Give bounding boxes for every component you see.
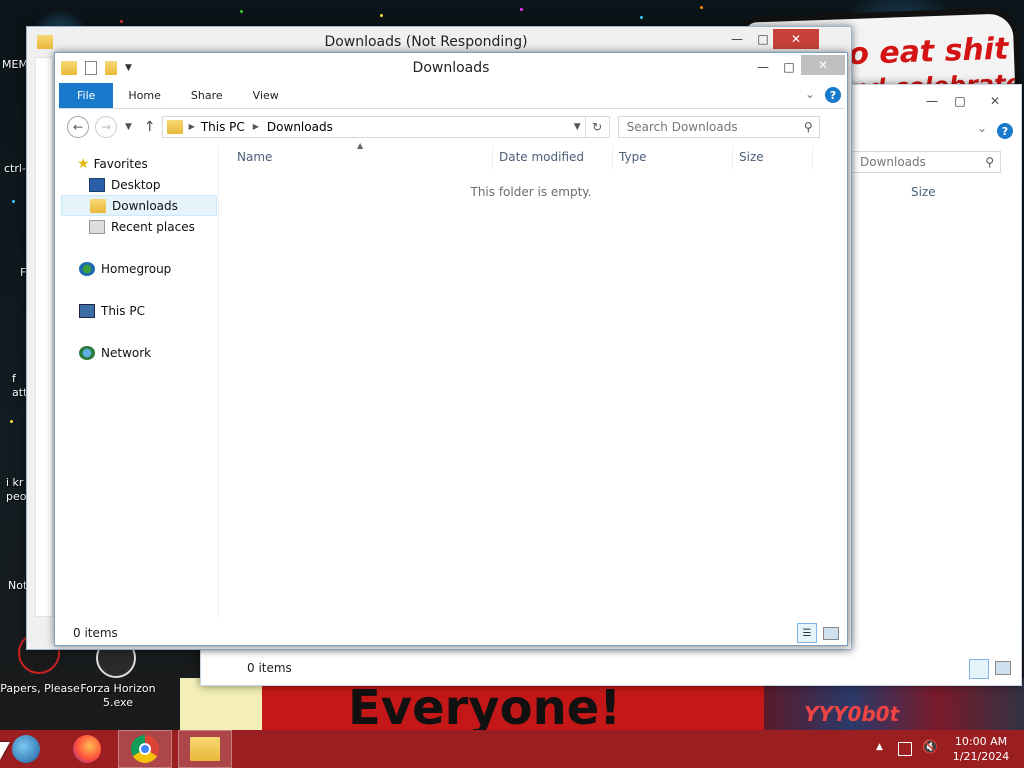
column-header-type[interactable]: Type (613, 145, 733, 169)
desktop-icon-label: Papers, Please (0, 682, 80, 695)
clock-date: 1/21/2024 (952, 750, 1010, 763)
chrome-icon (131, 735, 159, 763)
start-orb-icon (12, 735, 40, 763)
address-dropdown-icon[interactable]: ▼ (574, 122, 581, 132)
crowd-text: YYY0b0t (804, 702, 900, 726)
search-placeholder: Downloads (860, 155, 926, 169)
details-view-button[interactable]: ☰ (797, 623, 817, 643)
ribbon-tabs: File Home Share View (59, 83, 845, 109)
navigation-pane: ★ Favorites Desktop Downloads Recent pla… (61, 147, 219, 617)
breadcrumb-downloads[interactable]: Downloads (267, 120, 333, 134)
address-bar[interactable]: ▶ This PC ▶ Downloads ▼ (161, 115, 586, 138)
tab-view[interactable]: View (238, 83, 294, 108)
nav-favorites[interactable]: ★ Favorites (77, 153, 148, 174)
column-header-size[interactable]: Size (733, 145, 813, 169)
desktop-icon-label: Forza Horizon 5.exe (80, 682, 156, 709)
network-tray-icon[interactable] (898, 742, 912, 756)
column-header-date-modified[interactable]: Date modified (493, 145, 613, 169)
maximize-button[interactable]: □ (751, 29, 775, 49)
close-button[interactable]: ✕ (975, 91, 1015, 111)
nav-desktop[interactable]: Desktop (89, 174, 161, 195)
nav-network[interactable]: Network (79, 342, 151, 363)
nav-label: Desktop (111, 177, 161, 192)
status-bar-text: 0 items (247, 661, 292, 675)
nav-label: Recent places (111, 219, 195, 234)
nav-label: Favorites (93, 156, 148, 171)
breadcrumb-this-pc[interactable]: This PC (201, 120, 245, 134)
column-headers: Name Date modified Type Size (231, 145, 837, 169)
folder-icon (166, 119, 183, 134)
close-button[interactable]: ✕ (801, 55, 845, 75)
nav-label: Downloads (112, 198, 178, 213)
column-header-size[interactable]: Size (911, 185, 936, 199)
nav-downloads[interactable]: Downloads (61, 195, 217, 216)
desktop-icon (89, 177, 105, 192)
star-icon: ★ (77, 155, 90, 172)
taskbar-firefox[interactable] (60, 730, 114, 768)
expand-ribbon-icon[interactable]: ⌄ (977, 121, 987, 135)
window-title: Downloads (412, 60, 490, 76)
search-icon: ⚲ (985, 155, 994, 169)
refresh-button[interactable]: ↻ (585, 115, 610, 138)
taskbar: ▲ 🔇 10:00 AM 1/21/2024 (0, 730, 1024, 768)
expand-ribbon-icon[interactable]: ⌄ (805, 87, 815, 101)
nav-this-pc[interactable]: This PC (79, 300, 145, 321)
recent-locations-icon[interactable]: ▼ (125, 122, 132, 132)
tab-file[interactable]: File (59, 83, 114, 108)
firefox-icon (73, 735, 101, 763)
navigation-bar: ← → ▼ ↑ ▶ This PC ▶ Downloads ▼ ↻ Search… (59, 110, 845, 144)
file-explorer-icon (190, 737, 220, 761)
mouse-cursor-icon (0, 742, 10, 760)
explorer-window-downloads[interactable]: ▼ Downloads — □ ✕ File Home Share View ⌄… (54, 52, 848, 646)
taskbar-chrome[interactable] (118, 730, 172, 768)
network-icon (79, 345, 95, 360)
status-bar-text: 0 items (73, 626, 118, 640)
maximize-button[interactable]: □ (777, 57, 801, 77)
close-button[interactable]: ✕ (773, 29, 819, 49)
nav-label: Network (101, 345, 152, 360)
search-input[interactable]: Downloads ⚲ (851, 151, 1001, 173)
nav-recent-places[interactable]: Recent places (89, 216, 195, 237)
nav-label: Homegroup (101, 261, 172, 276)
recent-places-icon (89, 219, 105, 234)
large-icons-view-button[interactable] (823, 627, 839, 640)
computer-icon (79, 303, 95, 318)
breadcrumb-separator-icon: ▶ (188, 122, 195, 131)
maximize-button[interactable]: □ (947, 91, 973, 111)
side-strip (35, 57, 53, 617)
nav-label: This PC (101, 303, 145, 318)
search-placeholder: Search Downloads (626, 119, 738, 134)
details-view-button[interactable] (969, 659, 989, 679)
help-icon[interactable]: ? (997, 123, 1013, 139)
show-hidden-icons-icon[interactable]: ▲ (876, 742, 883, 752)
tab-home[interactable]: Home (113, 83, 175, 108)
sign-text-1: to eat shit (833, 31, 1010, 73)
back-button[interactable]: ← (67, 115, 89, 138)
up-button[interactable]: ↑ (144, 119, 156, 135)
large-icons-view-button[interactable] (995, 661, 1011, 675)
tab-share[interactable]: Share (176, 83, 238, 108)
help-icon[interactable]: ? (825, 87, 841, 103)
minimize-button[interactable]: — (751, 57, 775, 77)
breadcrumb-separator-icon: ▶ (252, 122, 259, 131)
search-icon: ⚲ (803, 119, 813, 134)
minimize-button[interactable]: — (725, 29, 749, 49)
nav-homegroup[interactable]: Homegroup (79, 258, 171, 279)
minimize-button[interactable]: — (919, 91, 945, 111)
downloads-folder-icon (90, 198, 106, 213)
folder-icon (37, 35, 53, 49)
banner-text: Everyone! (348, 680, 622, 736)
empty-folder-message: This folder is empty. (470, 185, 592, 199)
clock-time: 10:00 AM (954, 735, 1008, 748)
column-header-name[interactable]: Name (231, 145, 493, 169)
forward-button[interactable]: → (95, 115, 117, 138)
homegroup-icon (79, 261, 95, 276)
taskbar-file-explorer[interactable] (178, 730, 232, 768)
volume-muted-icon[interactable]: 🔇 (922, 740, 938, 755)
taskbar-clock[interactable]: 10:00 AM 1/21/2024 (946, 734, 1016, 764)
search-input[interactable]: Search Downloads ⚲ (617, 115, 820, 138)
